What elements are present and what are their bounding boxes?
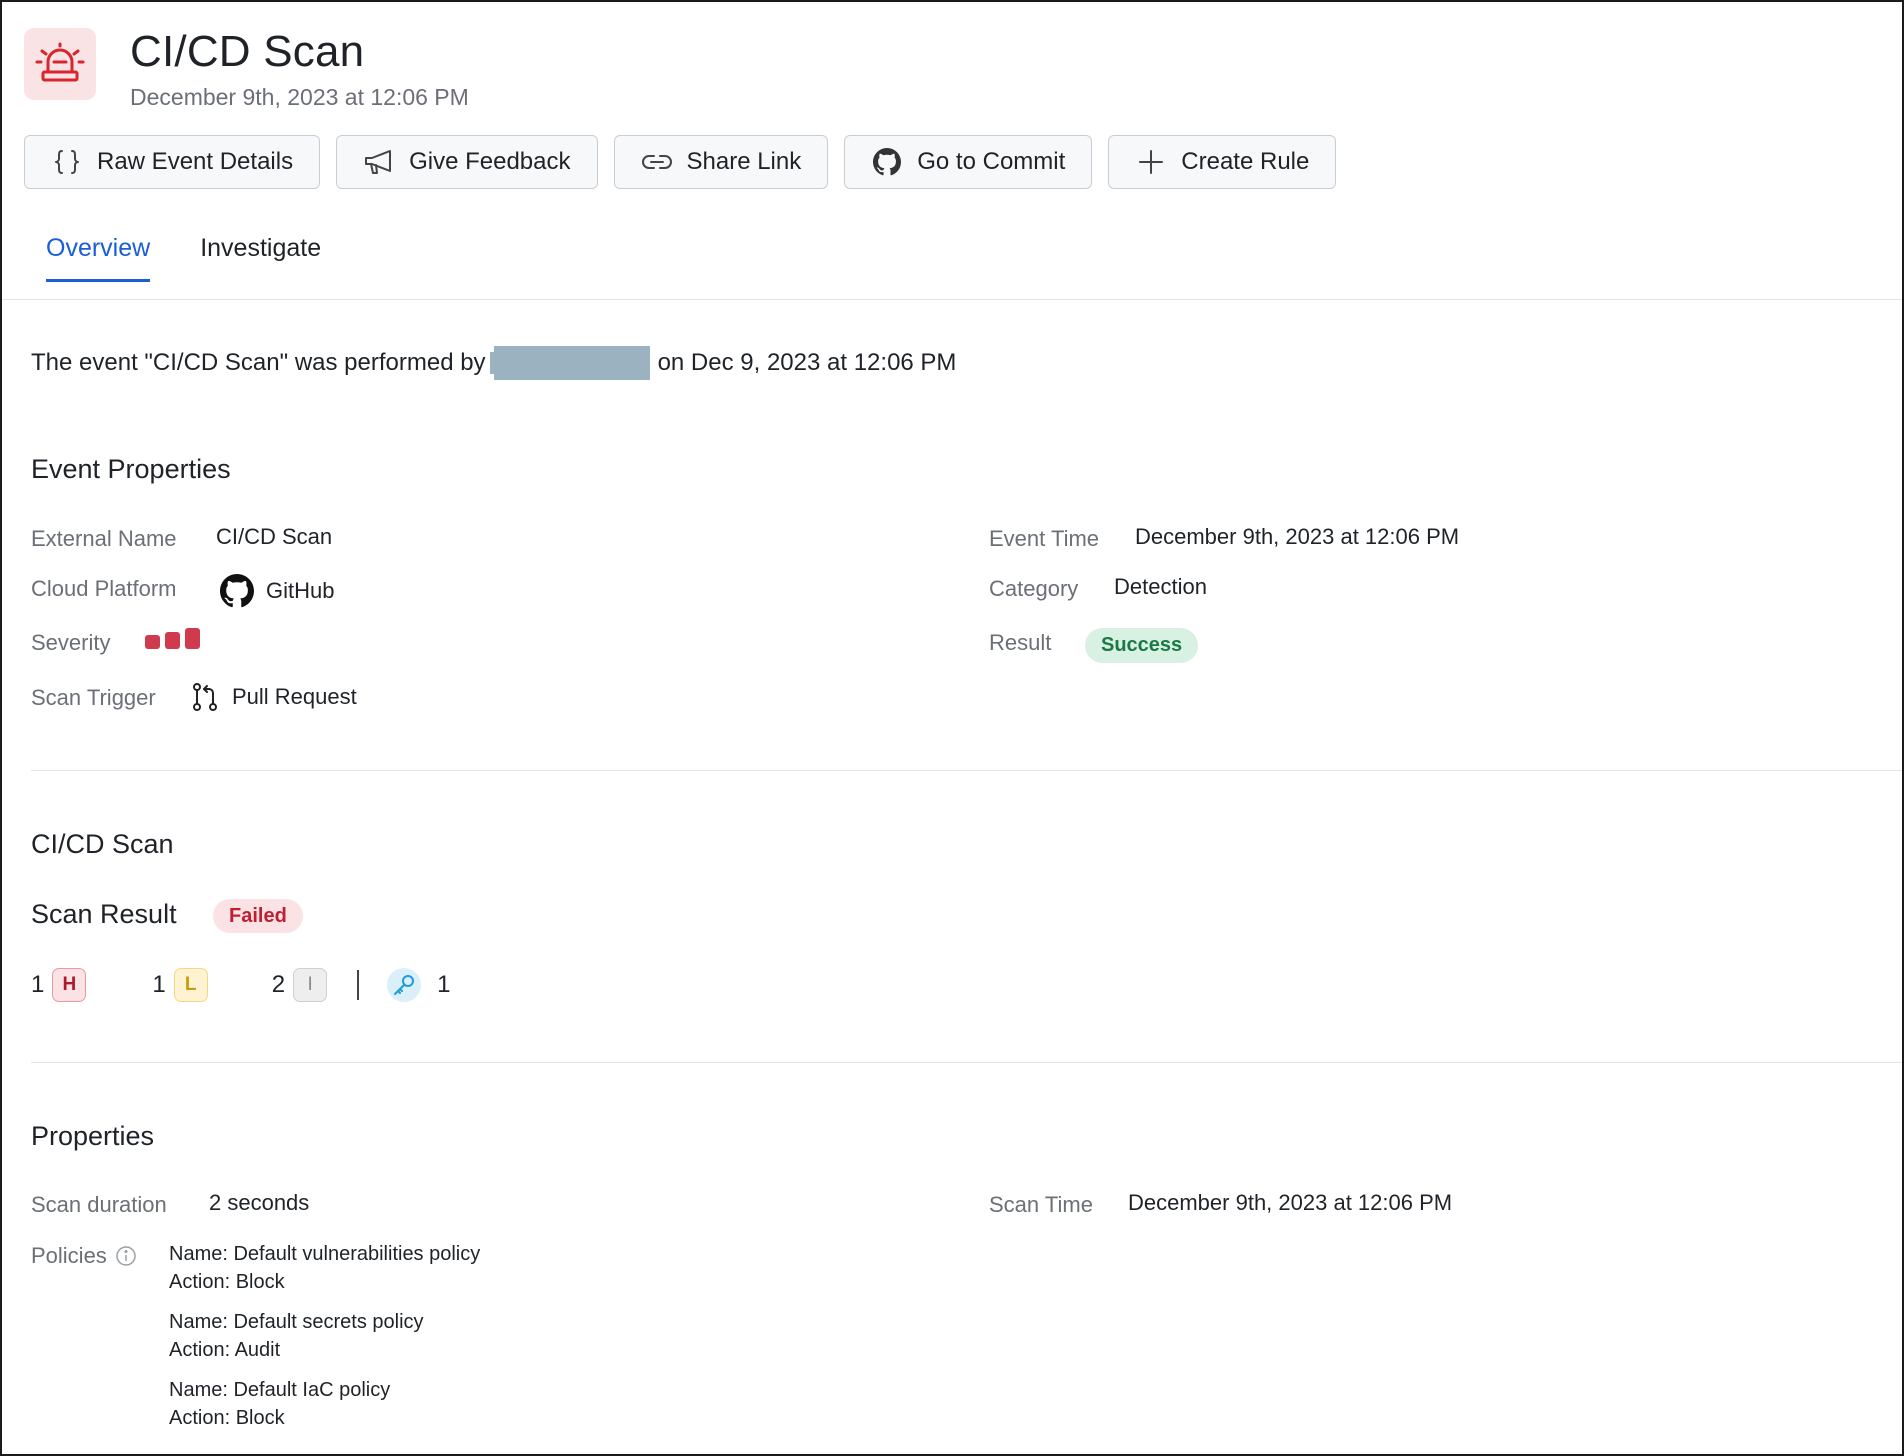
external-name-value: CI/CD Scan	[216, 524, 333, 549]
policy-item: Name: Default secrets policy Action: Aud…	[169, 1308, 424, 1364]
severity-bars	[145, 628, 200, 649]
share-link-button[interactable]: Share Link	[613, 135, 829, 189]
result-label: Result	[989, 630, 1052, 655]
share-link-label: Share Link	[686, 148, 802, 175]
scan-duration-value: 2 seconds	[209, 1190, 310, 1215]
link-icon	[641, 146, 673, 178]
finding-counts: 1 H 1 L 2 I 1	[31, 968, 450, 1002]
go-to-commit-label: Go to Commit	[917, 148, 1066, 175]
counts-separator	[357, 970, 360, 1000]
page-header: CI/CD Scan December 9th, 2023 at 12:06 P…	[24, 28, 469, 111]
policies-label: Policies	[31, 1243, 137, 1269]
info-count: 2	[271, 971, 286, 998]
pull-request-icon	[192, 683, 218, 711]
cloud-platform-value: GitHub	[220, 574, 334, 608]
policy-action: Action: Audit	[169, 1339, 281, 1361]
create-rule-button[interactable]: Create Rule	[1108, 135, 1337, 189]
give-feedback-button[interactable]: Give Feedback	[336, 135, 598, 189]
siren-icon	[24, 28, 96, 100]
create-rule-label: Create Rule	[1181, 148, 1310, 175]
event-detail-page: CI/CD Scan December 9th, 2023 at 12:06 P…	[0, 0, 1904, 1456]
scan-trigger-label: Scan Trigger	[31, 685, 156, 710]
scan-result-label: Scan Result	[31, 899, 177, 929]
action-toolbar: Raw Event Details Give Feedback Share Li…	[24, 135, 1337, 189]
policy-action: Action: Block	[169, 1407, 285, 1429]
cloud-platform-text: GitHub	[266, 578, 335, 603]
cloud-platform-label: Cloud Platform	[31, 576, 177, 601]
high-severity-badge: H	[52, 968, 87, 1002]
event-time-label: Event Time	[989, 526, 1100, 551]
tab-overview[interactable]: Overview	[46, 234, 151, 282]
category-label: Category	[989, 576, 1079, 601]
scan-result-status-badge: Failed	[213, 899, 303, 933]
policy-action: Action: Block	[169, 1271, 285, 1293]
policy-item: Name: Default vulnerabilities policy Act…	[169, 1240, 480, 1296]
scan-time-label: Scan Time	[989, 1192, 1093, 1217]
github-icon	[220, 574, 254, 608]
page-subtitle-timestamp: December 9th, 2023 at 12:06 PM	[130, 84, 469, 110]
tab-investigate[interactable]: Investigate	[200, 234, 321, 282]
info-severity-badge: I	[293, 968, 328, 1002]
scan-duration-label: Scan duration	[31, 1192, 167, 1217]
severity-bar-2	[165, 632, 180, 649]
section-divider	[31, 1062, 1902, 1063]
scan-trigger-text: Pull Request	[232, 684, 357, 709]
cicd-scan-title: CI/CD Scan	[31, 829, 174, 859]
policy-name: Name: Default IaC policy	[169, 1379, 391, 1401]
tab-bar: Overview Investigate	[46, 234, 321, 282]
scan-trigger-value: Pull Request	[192, 683, 357, 711]
summary-suffix: on Dec 9, 2023 at 12:06 PM	[657, 349, 957, 376]
policies-label-text: Policies	[31, 1243, 107, 1268]
github-icon	[871, 146, 903, 178]
raw-event-details-label: Raw Event Details	[97, 148, 294, 175]
braces-icon	[51, 146, 83, 178]
key-icon	[387, 968, 422, 1002]
give-feedback-label: Give Feedback	[409, 148, 571, 175]
policy-item: Name: Default IaC policy Action: Block	[169, 1376, 390, 1432]
severity-label: Severity	[31, 630, 111, 655]
section-divider	[31, 770, 1902, 771]
raw-event-details-button[interactable]: Raw Event Details	[24, 135, 321, 189]
event-properties-title: Event Properties	[31, 454, 231, 484]
external-name-label: External Name	[31, 526, 177, 551]
event-summary: The event "CI/CD Scan" was performed by …	[31, 346, 956, 380]
high-count: 1	[31, 971, 45, 998]
event-time-value: December 9th, 2023 at 12:06 PM	[1135, 524, 1460, 549]
go-to-commit-button[interactable]: Go to Commit	[844, 135, 1093, 189]
policy-name: Name: Default secrets policy	[169, 1311, 424, 1333]
properties-title: Properties	[31, 1121, 155, 1151]
redacted-actor	[489, 346, 650, 380]
low-severity-badge: L	[173, 968, 208, 1002]
page-title: CI/CD Scan	[130, 27, 365, 76]
category-value: Detection	[1114, 574, 1207, 599]
severity-bar-3	[185, 628, 200, 649]
low-count: 1	[152, 971, 166, 998]
policy-name: Name: Default vulnerabilities policy	[169, 1243, 481, 1265]
scan-time-value: December 9th, 2023 at 12:06 PM	[1128, 1190, 1453, 1215]
severity-bar-1	[145, 635, 160, 649]
plus-icon	[1135, 146, 1167, 178]
tabs-divider	[2, 299, 1902, 300]
secrets-count: 1	[437, 971, 451, 998]
info-icon[interactable]	[115, 1245, 137, 1267]
result-status-badge: Success	[1085, 628, 1199, 663]
summary-prefix: The event "CI/CD Scan" was performed by	[31, 349, 486, 376]
megaphone-icon	[363, 146, 395, 178]
